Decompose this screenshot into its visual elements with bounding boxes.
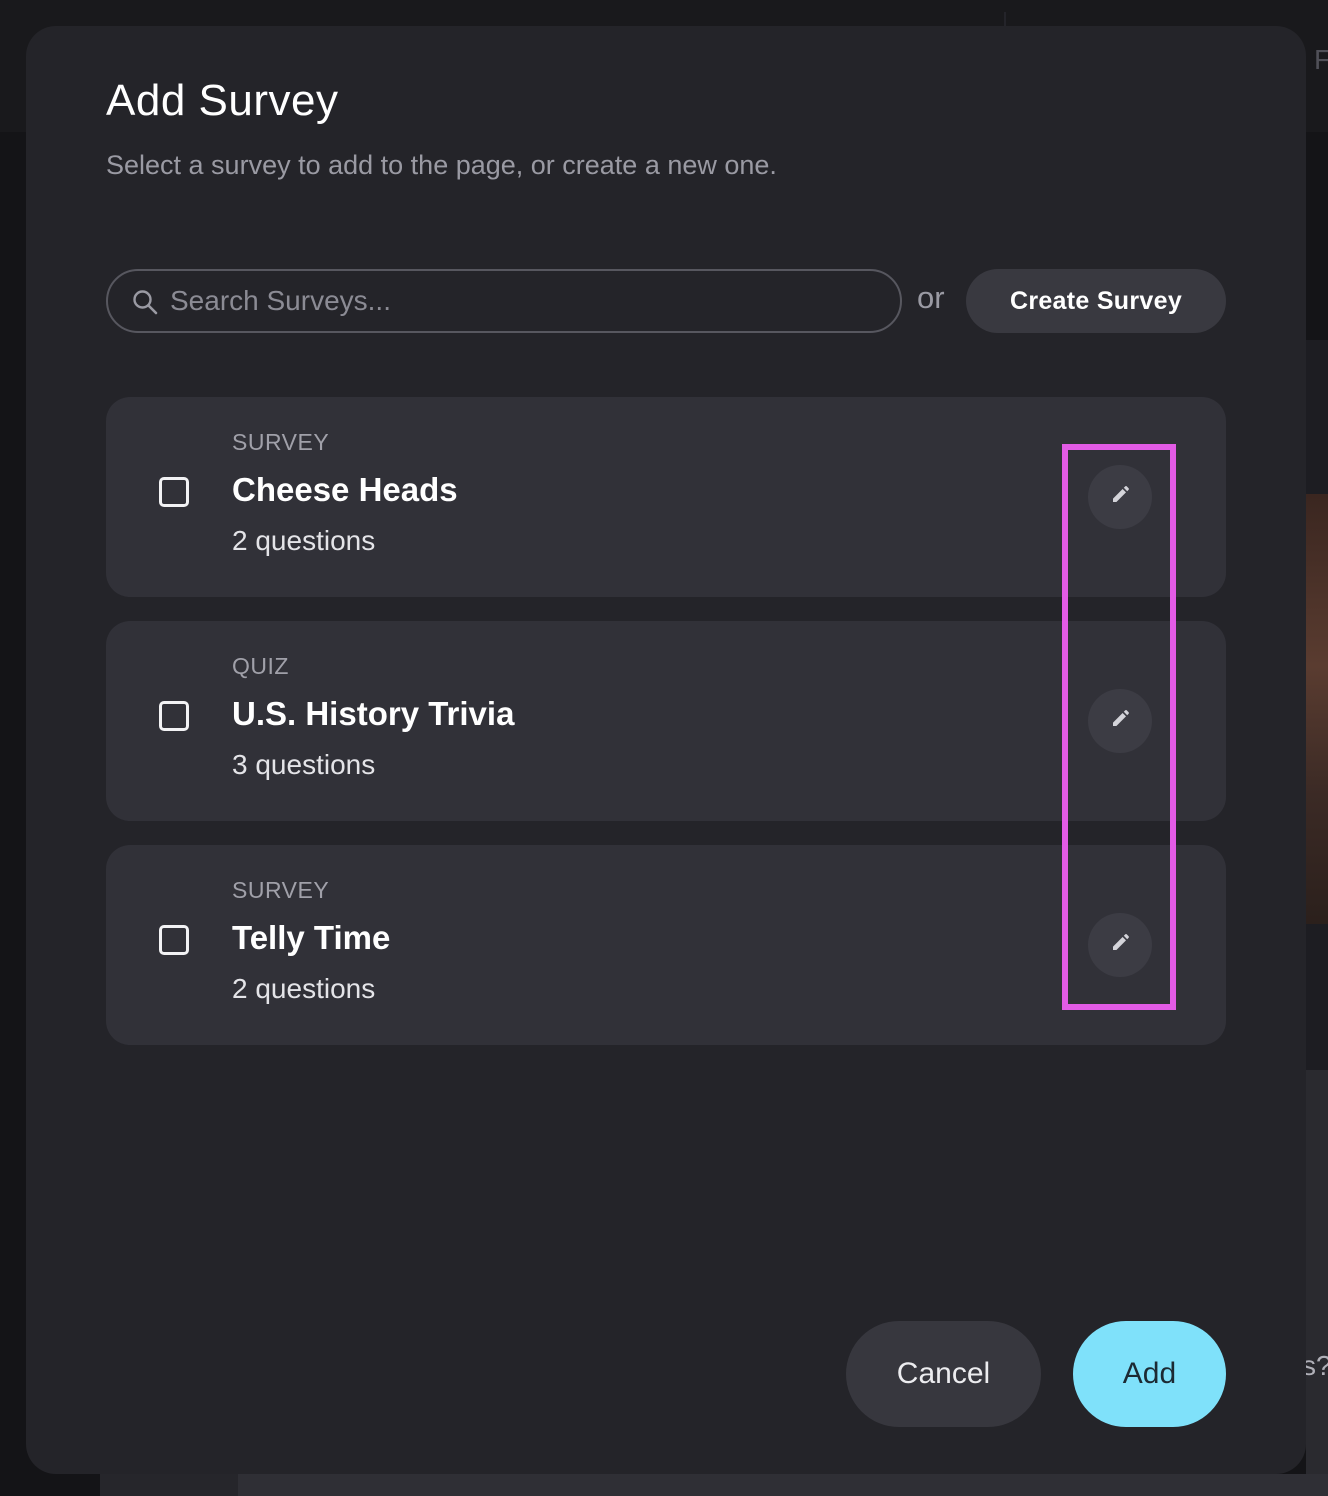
dialog-subtitle: Select a survey to add to the page, or c…: [106, 150, 777, 180]
background-lower-panel: [1306, 1070, 1328, 1474]
select-survey-checkbox[interactable]: [159, 925, 189, 955]
survey-type-label: SURVEY: [232, 429, 330, 455]
search-input[interactable]: [170, 271, 870, 331]
or-separator: or: [917, 280, 945, 315]
survey-question-count: 2 questions: [232, 525, 376, 556]
add-button[interactable]: Add: [1073, 1321, 1226, 1427]
create-survey-button[interactable]: Create Survey: [966, 269, 1226, 333]
add-survey-dialog: Add Survey Select a survey to add to the…: [26, 26, 1306, 1474]
survey-name: U.S. History Trivia: [232, 695, 515, 732]
survey-type-label: SURVEY: [232, 877, 330, 903]
annotation-highlight-box: [1062, 444, 1176, 1010]
select-survey-checkbox[interactable]: [159, 477, 189, 507]
survey-list-item[interactable]: SURVEY Cheese Heads 2 questions: [106, 397, 1226, 597]
survey-type-label: QUIZ: [232, 653, 289, 679]
dialog-title: Add Survey: [106, 76, 339, 125]
survey-name: Cheese Heads: [232, 471, 458, 508]
survey-name: Telly Time: [232, 919, 391, 956]
background-image-thumbnail: [1306, 494, 1328, 924]
background-footer-strip: [100, 1474, 1328, 1496]
background-header-text: F: [1314, 44, 1328, 75]
survey-question-count: 2 questions: [232, 973, 376, 1004]
search-icon: [132, 289, 158, 315]
select-survey-checkbox[interactable]: [159, 701, 189, 731]
background-footer-segment: [100, 1474, 238, 1496]
cancel-button[interactable]: Cancel: [846, 1321, 1041, 1427]
survey-list-item[interactable]: SURVEY Telly Time 2 questions: [106, 845, 1226, 1045]
survey-list-item[interactable]: QUIZ U.S. History Trivia 3 questions: [106, 621, 1226, 821]
survey-question-count: 3 questions: [232, 749, 376, 780]
search-field[interactable]: [106, 269, 902, 333]
